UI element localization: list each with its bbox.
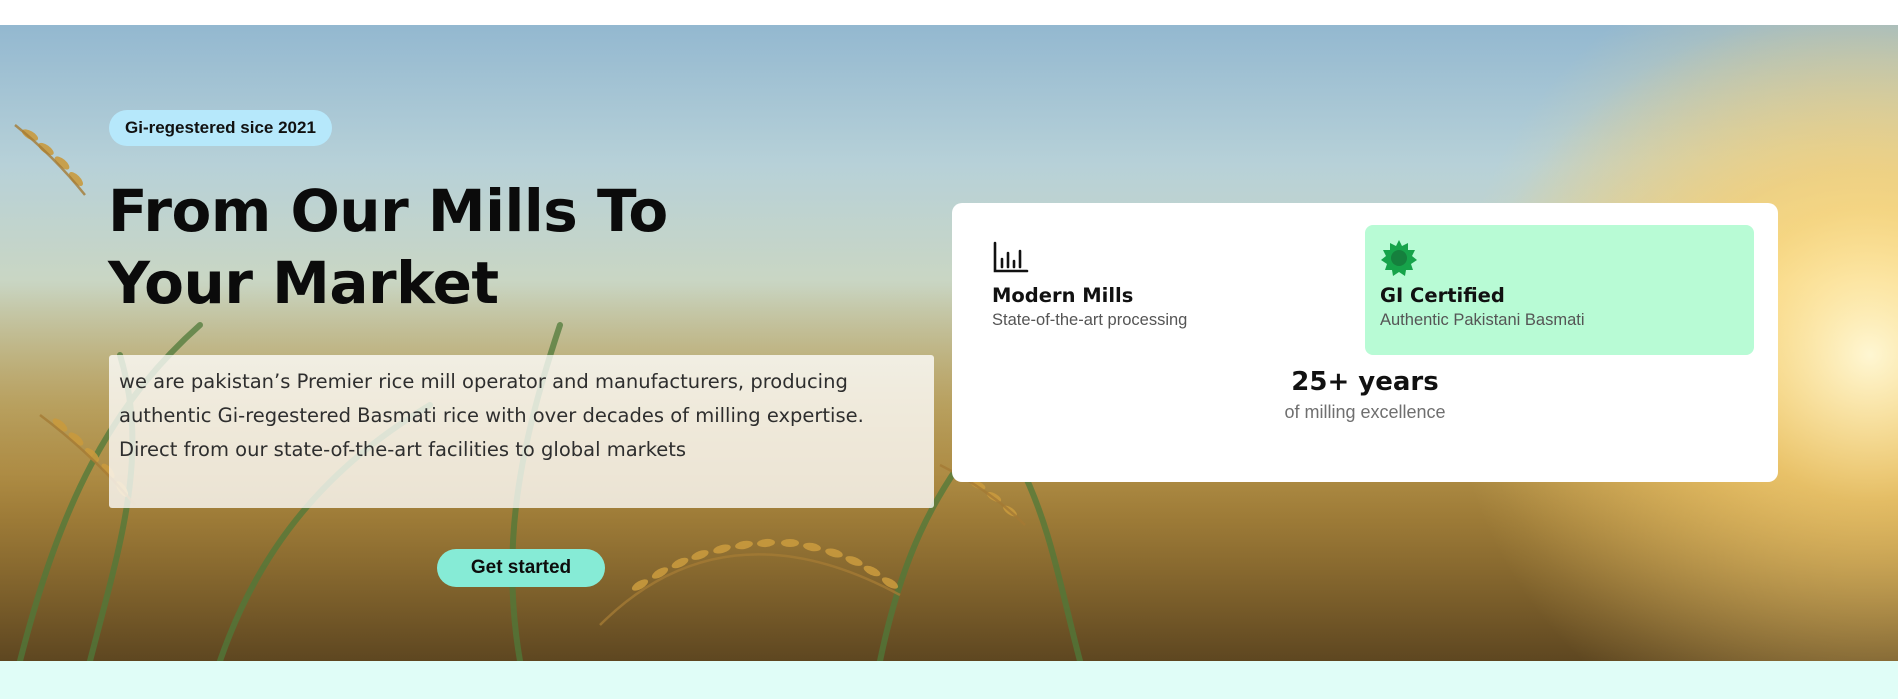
stats-card: Modern Mills State-of-the-art processing… xyxy=(952,203,1778,482)
feature-modern-mills: Modern Mills State-of-the-art processing xyxy=(977,225,1367,355)
years-value: 25+ years xyxy=(1291,367,1439,397)
gi-registered-badge: Gi-regestered sice 2021 xyxy=(109,110,332,146)
feature-title: Modern Mills xyxy=(992,284,1134,307)
certificate-seal-icon xyxy=(1381,240,1417,276)
feature-title: GI Certified xyxy=(1380,284,1505,307)
hero-description-box: we are pakistan’s Premier rice mill oper… xyxy=(109,355,934,508)
bar-chart-icon xyxy=(993,241,1029,273)
feature-subtitle: Authentic Pakistani Basmati xyxy=(1380,311,1585,329)
feature-subtitle: State-of-the-art processing xyxy=(992,311,1188,329)
hero-title: From Our Mills To Your Market xyxy=(108,177,668,317)
hero-description: we are pakistan’s Premier rice mill oper… xyxy=(119,370,864,461)
years-label: of milling excellence xyxy=(1284,402,1446,422)
hero-section: Gi-regestered sice 2021 From Our Mills T… xyxy=(0,25,1898,661)
get-started-button[interactable]: Get started xyxy=(437,549,605,587)
top-bar xyxy=(0,0,1898,25)
feature-gi-certified: GI Certified Authentic Pakistani Basmati xyxy=(1365,225,1754,355)
next-section-band xyxy=(0,661,1898,699)
years-stat: 25+ years of milling excellence xyxy=(952,365,1778,425)
